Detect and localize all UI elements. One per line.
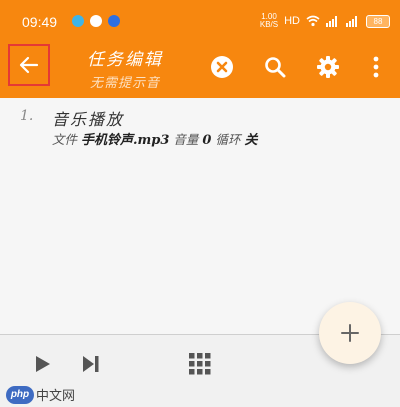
add-task-button[interactable]: [319, 302, 381, 364]
settings-button[interactable]: [315, 54, 341, 80]
page-title: 任务编辑: [87, 50, 163, 70]
gear-icon: [317, 56, 339, 78]
play-icon: [36, 356, 50, 372]
app-notification-icon: [108, 15, 120, 27]
file-value: 手机铃声.mp3: [81, 133, 170, 148]
toolbar: 任务编辑 无需提示音: [0, 40, 400, 98]
close-circle-icon: [211, 56, 233, 78]
skip-next-icon: [83, 356, 99, 372]
skip-button[interactable]: [80, 353, 102, 375]
watermark: php 中文网: [6, 385, 75, 404]
status-indicators: 1.00 KB/S HD 88: [260, 13, 390, 29]
title-block: 任务编辑 无需提示音: [80, 45, 170, 91]
task-index: 1.: [20, 108, 34, 124]
network-type: HD: [284, 15, 300, 27]
page-subtitle: 无需提示音: [89, 76, 160, 91]
battery-indicator: 88: [366, 14, 390, 28]
file-label: 文件: [52, 132, 78, 147]
grid-icon: [189, 353, 211, 375]
list-item[interactable]: 1. 音乐播放 文件 手机铃声.mp3 音量 0 循环 关: [0, 98, 400, 154]
back-button[interactable]: [8, 44, 50, 86]
signal-icon: [326, 16, 337, 27]
watermark-text: 中文网: [36, 389, 76, 404]
status-bar: 09:49 1.00 KB/S HD 88: [0, 0, 400, 40]
grid-button[interactable]: [187, 351, 213, 377]
wifi-icon: [306, 15, 320, 27]
more-button[interactable]: [363, 54, 389, 80]
task-detail: 文件 手机铃声.mp3 音量 0 循环 关: [52, 129, 257, 148]
more-vert-icon: [373, 56, 379, 78]
network-speed: 1.00 KB/S: [259, 12, 279, 29]
plus-icon: [341, 324, 359, 342]
arrow-left-icon: [19, 56, 39, 74]
task-title: 音乐播放: [52, 110, 125, 129]
app-notification-icon: [72, 15, 84, 27]
loop-label: 循环: [215, 132, 241, 147]
status-time: 09:49: [22, 14, 58, 30]
search-icon: [265, 57, 286, 78]
loop-value: 关: [244, 133, 258, 148]
play-button[interactable]: [32, 353, 54, 375]
signal-icon: [346, 16, 357, 27]
watermark-logo: php: [6, 385, 34, 404]
search-button[interactable]: [262, 54, 288, 80]
volume-label: 音量: [173, 132, 199, 147]
clear-button[interactable]: [209, 54, 235, 80]
volume-value: 0: [202, 133, 212, 148]
app-notification-icon: [90, 15, 102, 27]
